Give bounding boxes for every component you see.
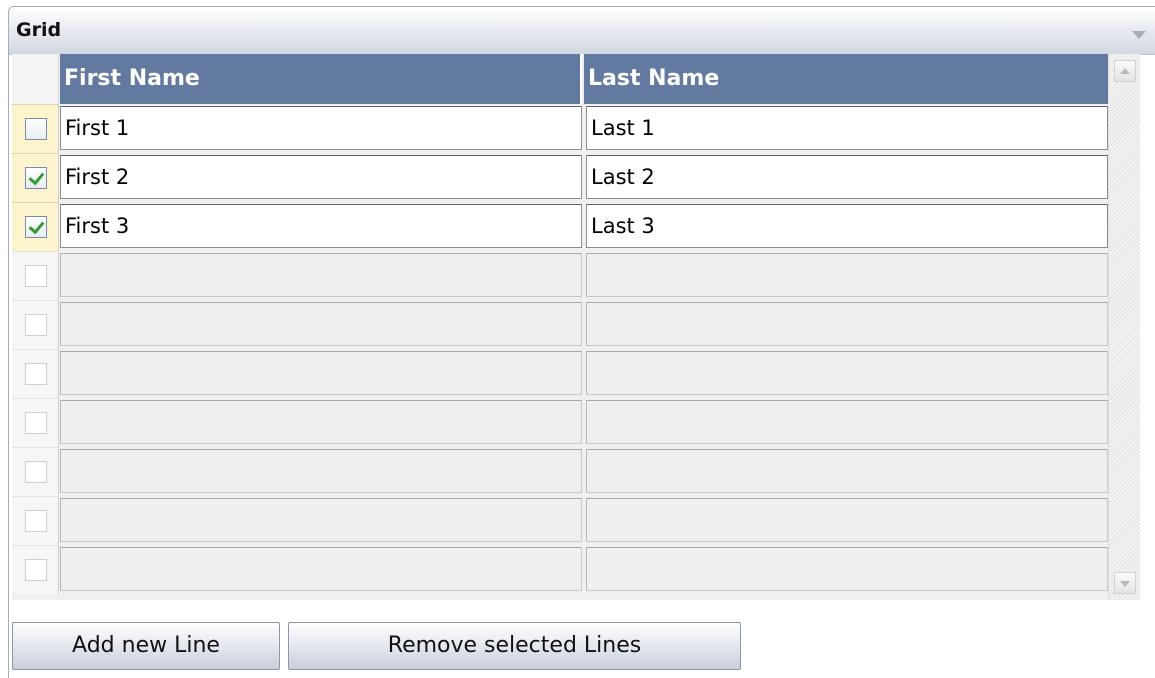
empty-table-row [12,300,1108,349]
scroll-up-button[interactable] [1114,60,1136,82]
vertical-scrollbar[interactable] [1108,54,1140,600]
column-header-first-name[interactable]: First Name [60,54,582,104]
row-selector [12,447,59,496]
first-name-cell-empty [60,253,582,297]
panel-titlebar: Grid [9,7,1155,55]
row-selector [12,398,59,447]
scroll-down-button[interactable] [1114,572,1136,594]
row-selector [12,251,59,300]
last-name-cell-empty [586,498,1108,542]
panel-title: Grid [16,19,62,41]
table-row: First 1 Last 1 [12,104,1108,153]
empty-table-row [12,545,1108,594]
empty-table-row [12,496,1108,545]
row-checkbox[interactable] [25,167,47,189]
collapse-triangle-icon[interactable] [1132,31,1146,39]
data-grid: First Name Last Name First 1 Last 1 Firs… [12,54,1108,600]
arrow-down-icon [1120,581,1130,587]
last-name-cell-empty [586,253,1108,297]
row-checkbox-disabled [25,265,47,287]
row-selector[interactable] [12,202,59,251]
row-selector [12,349,59,398]
last-name-cell-empty [586,449,1108,493]
row-selector [12,300,59,349]
last-name-cell[interactable]: Last 1 [586,106,1108,150]
column-header-last-name[interactable]: Last Name [584,54,1108,104]
last-name-cell-empty [586,351,1108,395]
empty-table-row [12,398,1108,447]
arrow-up-icon [1120,68,1130,74]
row-selector [12,496,59,545]
row-selector[interactable] [12,153,59,202]
last-name-cell-empty [586,400,1108,444]
first-name-cell-empty [60,547,582,591]
first-name-cell[interactable]: First 2 [60,155,582,199]
row-checkbox[interactable] [25,118,47,140]
first-name-cell[interactable]: First 1 [60,106,582,150]
last-name-cell-empty [586,302,1108,346]
remove-selected-lines-button[interactable]: Remove selected Lines [288,622,741,670]
last-name-cell-empty [586,547,1108,591]
first-name-cell-empty [60,302,582,346]
last-name-cell[interactable]: Last 3 [586,204,1108,248]
row-checkbox[interactable] [25,216,47,238]
select-column-header [12,54,59,104]
grid-header-row: First Name Last Name [12,54,1108,104]
first-name-cell-empty [60,498,582,542]
table-row: First 2 Last 2 [12,153,1108,202]
table-row: First 3 Last 3 [12,202,1108,251]
empty-table-row [12,447,1108,496]
add-new-line-button[interactable]: Add new Line [12,622,280,670]
row-checkbox-disabled [25,363,47,385]
row-checkbox-disabled [25,559,47,581]
row-checkbox-disabled [25,461,47,483]
row-checkbox-disabled [25,412,47,434]
row-checkbox-disabled [25,510,47,532]
first-name-cell-empty [60,400,582,444]
last-name-cell[interactable]: Last 2 [586,155,1108,199]
row-selector[interactable] [12,104,59,153]
row-selector [12,545,59,594]
first-name-cell-empty [60,449,582,493]
empty-table-row [12,349,1108,398]
row-checkbox-disabled [25,314,47,336]
empty-table-row [12,251,1108,300]
first-name-cell[interactable]: First 3 [60,204,582,248]
first-name-cell-empty [60,351,582,395]
